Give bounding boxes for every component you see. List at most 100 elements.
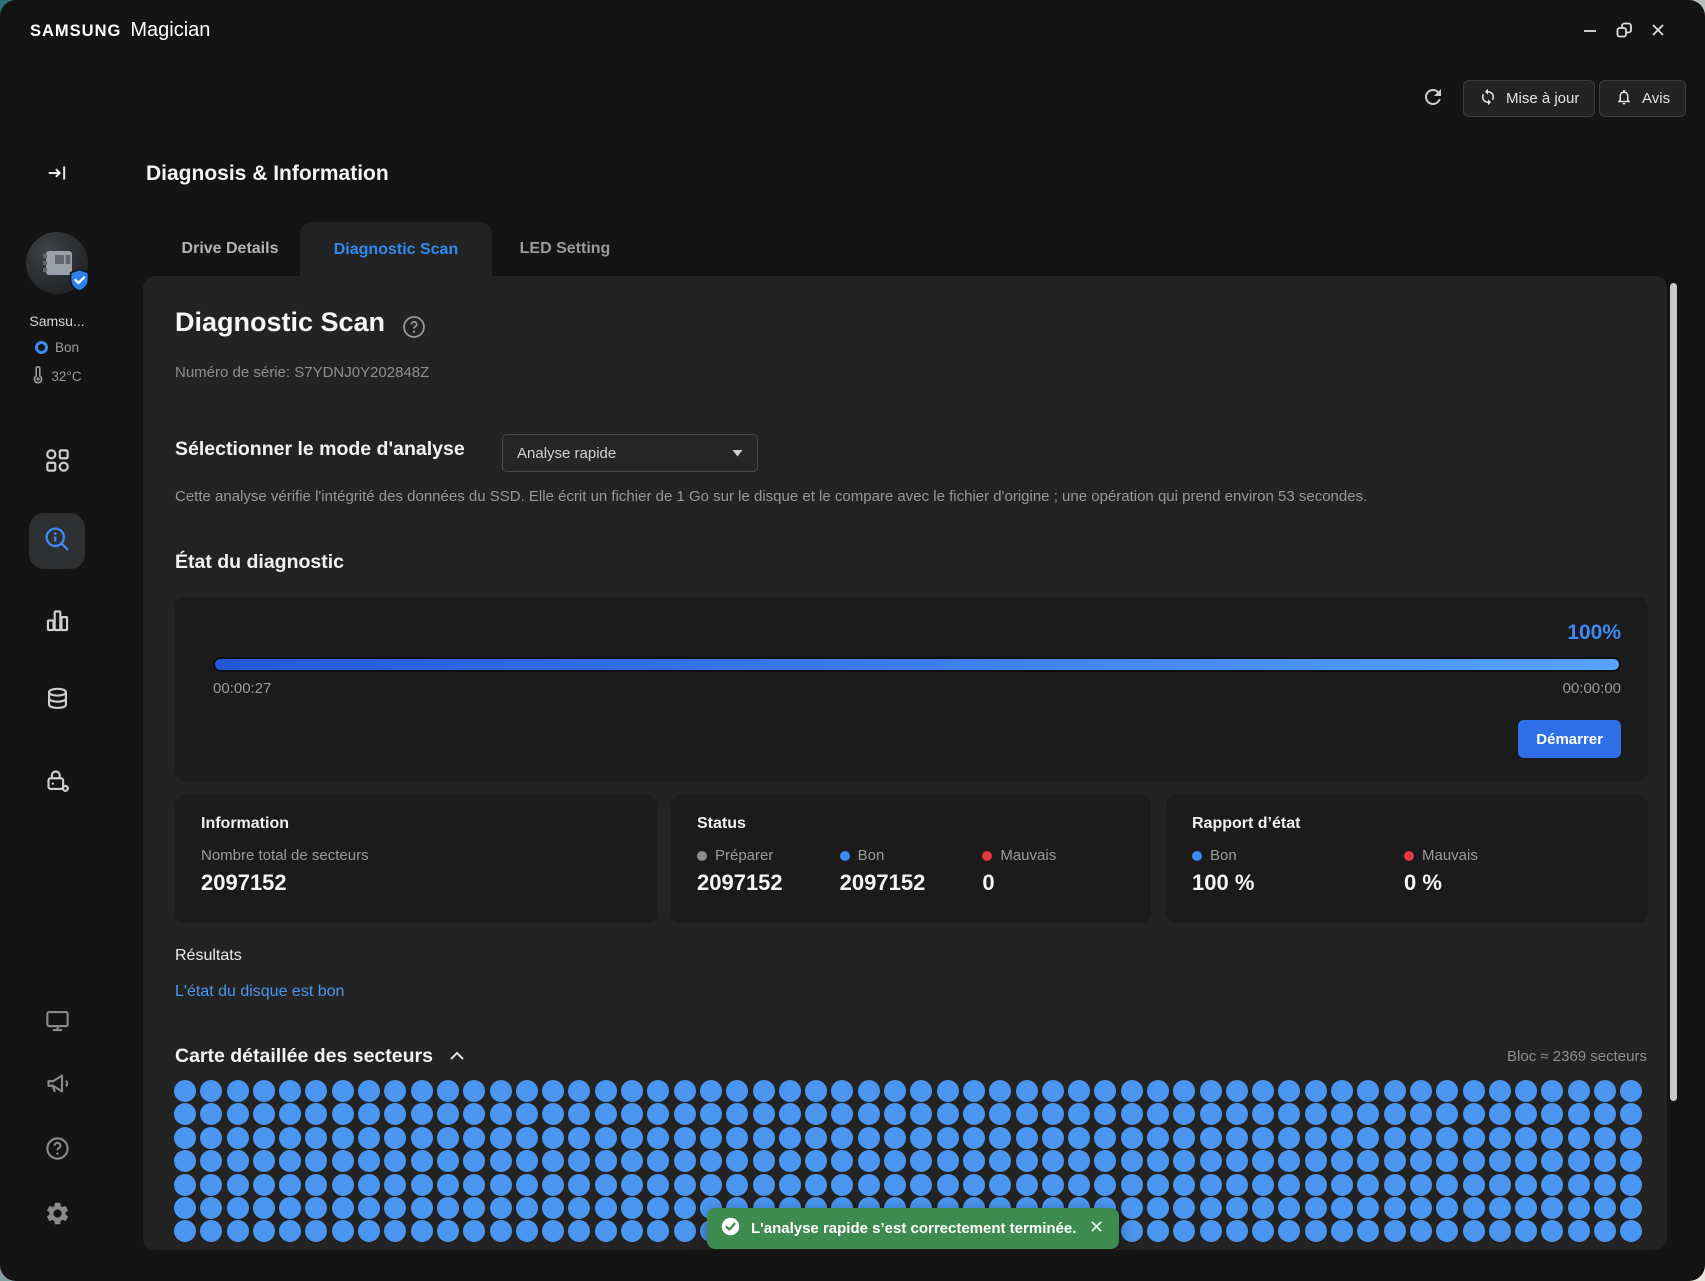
toast-close-button[interactable] (1086, 1219, 1106, 1239)
sector-dot (858, 1174, 880, 1196)
sector-dot (1410, 1103, 1432, 1125)
update-button[interactable]: Mise à jour (1463, 80, 1595, 117)
sector-dot (279, 1220, 301, 1242)
sector-dot (253, 1174, 275, 1196)
sector-dot (1594, 1220, 1616, 1242)
tab-diagnostic-scan[interactable]: Diagnostic Scan (300, 222, 492, 277)
status-card: Status Préparer 2097152 Bon 2097152 Mauv… (671, 795, 1151, 923)
start-scan-button[interactable]: Démarrer (1518, 720, 1621, 758)
vertical-scrollbar[interactable] (1670, 283, 1677, 1101)
sector-dot (1489, 1080, 1511, 1102)
sector-dot (1515, 1080, 1537, 1102)
nav-help[interactable] (40, 1133, 74, 1167)
status-item-preparer: Préparer 2097152 (697, 847, 840, 896)
sector-dot (437, 1197, 459, 1219)
good-value: 2097152 (840, 870, 983, 896)
sector-dot (1594, 1103, 1616, 1125)
sector-dot (332, 1080, 354, 1102)
drive-avatar[interactable] (26, 232, 88, 294)
sector-dot (595, 1103, 617, 1125)
sector-dot (621, 1127, 643, 1149)
sector-dot (1226, 1220, 1248, 1242)
sector-dot (1384, 1220, 1406, 1242)
sector-dot (305, 1150, 327, 1172)
chevron-up-icon (449, 1049, 465, 1064)
sector-dot (1436, 1150, 1458, 1172)
nav-settings[interactable] (40, 1198, 74, 1232)
sector-dot (1541, 1150, 1563, 1172)
sector-dot (437, 1080, 459, 1102)
information-card: Information Nombre total de secteurs 209… (175, 795, 657, 923)
sector-dot (963, 1174, 985, 1196)
sector-dot (542, 1127, 564, 1149)
scan-mode-select[interactable]: Analyse rapide (502, 434, 758, 472)
sector-dot (1305, 1127, 1327, 1149)
sector-dot (227, 1220, 249, 1242)
sector-dot (542, 1220, 564, 1242)
bad-label: Mauvais (1000, 847, 1056, 864)
notice-button[interactable]: Avis (1599, 80, 1686, 117)
progress-card: 100% 00:00:27 00:00:00 Démarrer (175, 597, 1648, 781)
sector-dot (358, 1174, 380, 1196)
sector-dot (1068, 1174, 1090, 1196)
sector-dot (279, 1127, 301, 1149)
sector-dot (200, 1197, 222, 1219)
sector-dot (384, 1127, 406, 1149)
tab-drive-details[interactable]: Drive Details (160, 222, 300, 276)
sidebar-expand-button[interactable] (44, 161, 70, 187)
sector-dot (1173, 1220, 1195, 1242)
nav-drive-management[interactable] (40, 684, 74, 718)
sector-dot (700, 1103, 722, 1125)
total-sectors-label: Nombre total de secteurs (201, 847, 631, 864)
sector-dot (516, 1103, 538, 1125)
restore-icon (1614, 20, 1634, 40)
nav-system[interactable] (40, 1005, 74, 1039)
sector-dot (1200, 1220, 1222, 1242)
sector-dot (989, 1127, 1011, 1149)
sector-dot (779, 1150, 801, 1172)
dashboard-icon (44, 447, 71, 477)
sector-dot (411, 1220, 433, 1242)
health-shield-badge-icon (67, 268, 92, 298)
nav-announcements[interactable] (40, 1068, 74, 1102)
sector-dot (700, 1174, 722, 1196)
sector-dot (937, 1127, 959, 1149)
sector-dot (858, 1103, 880, 1125)
drive-health: Bon (0, 340, 114, 355)
remaining-time: 00:00:00 (1563, 679, 1621, 699)
nav-diagnosis-active[interactable] (29, 513, 85, 569)
sector-dot (384, 1080, 406, 1102)
sector-dot (411, 1127, 433, 1149)
sector-dot (227, 1127, 249, 1149)
sector-dot (1278, 1103, 1300, 1125)
restore-button[interactable] (1609, 15, 1639, 45)
sector-dot (437, 1150, 459, 1172)
preparer-value: 2097152 (697, 870, 840, 896)
sector-map-collapse-button[interactable] (447, 1047, 467, 1067)
toast-close-icon (1090, 1220, 1103, 1238)
sector-dot (595, 1174, 617, 1196)
refresh-button[interactable] (1418, 82, 1448, 114)
close-button[interactable] (1643, 15, 1673, 45)
sector-dot (384, 1197, 406, 1219)
sector-dot (963, 1127, 985, 1149)
sector-dot (674, 1103, 696, 1125)
sector-dot (1068, 1127, 1090, 1149)
minimize-button[interactable] (1575, 15, 1605, 45)
nav-security[interactable] (40, 765, 74, 799)
sector-dot (779, 1080, 801, 1102)
sector-dot (279, 1103, 301, 1125)
sector-dot (1173, 1127, 1195, 1149)
sector-dot (1541, 1103, 1563, 1125)
sector-dot (1384, 1197, 1406, 1219)
sector-map-title: Carte détaillée des secteurs (175, 1045, 433, 1068)
scan-help-button[interactable] (401, 314, 427, 340)
nav-dashboard[interactable] (40, 445, 74, 479)
nav-performance[interactable] (40, 605, 74, 639)
sector-dot (1252, 1197, 1274, 1219)
tab-led-setting[interactable]: LED Setting (500, 222, 630, 276)
sector-dot (542, 1103, 564, 1125)
sector-dot (411, 1080, 433, 1102)
sector-dot (1121, 1220, 1143, 1242)
sector-dot (542, 1197, 564, 1219)
